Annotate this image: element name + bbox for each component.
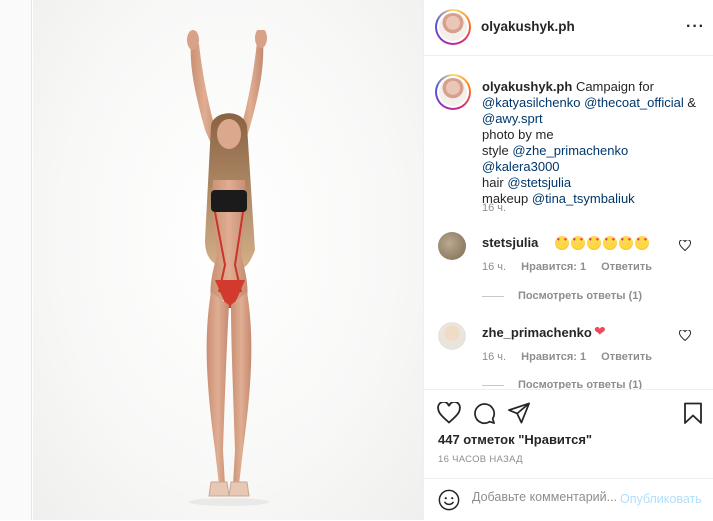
comment-bubble-icon[interactable]	[473, 402, 496, 425]
emoji-smile-icon[interactable]	[438, 489, 460, 511]
like-comment-heart-icon[interactable]	[679, 330, 691, 341]
post-side-panel: olyakushyk.ph ··· olyakushyk.ph Campaign…	[423, 0, 713, 520]
comment-time[interactable]: 16 ч.	[482, 351, 506, 363]
comment-input[interactable]	[472, 490, 622, 504]
caption-line-4: photo by me	[482, 127, 554, 142]
mention-link[interactable]: @awy.sprt	[482, 111, 543, 126]
author-username[interactable]: olyakushyk.ph	[481, 19, 575, 34]
like-comment-heart-icon[interactable]	[679, 240, 691, 251]
caption-ampersand: &	[687, 95, 697, 110]
commenter-avatar[interactable]	[438, 232, 466, 260]
post-header: olyakushyk.ph ···	[424, 0, 713, 56]
replies-divider	[482, 295, 504, 297]
mention-link[interactable]: @zhe_primachenko	[512, 143, 628, 158]
publish-button[interactable]: Опубликовать	[620, 492, 702, 506]
mention-link[interactable]: @thecoat_official	[584, 95, 684, 110]
add-comment-bar: Опубликовать	[424, 478, 713, 521]
post-time-ago[interactable]: 16 ЧАСОВ НАЗАД	[438, 454, 523, 465]
heart-eyes-emoji-icon	[603, 235, 617, 250]
reply-button[interactable]: Ответить	[601, 261, 652, 273]
view-replies[interactable]: Посмотреть ответы (1)	[482, 290, 642, 302]
comments-list[interactable]: olyakushyk.ph Campaign for @katyasilchen…	[424, 57, 713, 389]
commenter-username[interactable]: stetsjulia	[482, 235, 538, 250]
post-actions: 447 отметок "Нравится" 16 ЧАСОВ НАЗАД Оп…	[424, 389, 713, 520]
save-bookmark-icon[interactable]	[683, 402, 703, 425]
reply-button[interactable]: Ответить	[601, 351, 652, 363]
comment-likes[interactable]: Нравится: 1	[521, 351, 586, 363]
comment-likes[interactable]: Нравится: 1	[521, 261, 586, 273]
post-media[interactable]	[33, 0, 423, 520]
caption-hair-label: hair	[482, 175, 504, 190]
comment-time[interactable]: 16 ч.	[482, 261, 506, 273]
caption-text: olyakushyk.ph Campaign for @katyasilchen…	[482, 79, 707, 207]
commenter-username[interactable]: zhe_primachenko	[482, 325, 592, 340]
like-heart-icon[interactable]	[437, 402, 461, 424]
mention-link[interactable]: @katyasilchenko	[482, 95, 580, 110]
more-horizontal-icon[interactable]: ···	[686, 18, 705, 36]
backdrop-edge	[0, 0, 32, 520]
mention-link[interactable]: @stetsjulia	[507, 175, 571, 190]
view-replies[interactable]: Посмотреть ответы (1)	[482, 379, 642, 389]
caption-username[interactable]: olyakushyk.ph	[482, 79, 572, 94]
mention-link[interactable]: @kalera3000	[482, 159, 560, 174]
heart-eyes-emoji-icon	[587, 235, 601, 250]
instagram-post-modal: olyakushyk.ph ··· olyakushyk.ph Campaign…	[0, 0, 713, 520]
heart-eyes-emoji-icon	[635, 235, 649, 250]
caption-avatar[interactable]	[435, 74, 471, 110]
photo-model-figure	[187, 30, 269, 506]
comment-meta: 16 ч. Нравится: 1 Ответить	[482, 261, 664, 273]
author-avatar[interactable]	[435, 9, 471, 45]
view-replies-label[interactable]: Посмотреть ответы (1)	[518, 290, 642, 302]
heart-eyes-emoji-icon	[555, 235, 569, 250]
comment-text: ❤	[594, 323, 606, 339]
comment-meta: 16 ч. Нравится: 1 Ответить	[482, 351, 664, 363]
likes-count[interactable]: 447 отметок "Нравится"	[438, 432, 592, 447]
share-paper-plane-icon[interactable]	[508, 402, 531, 424]
caption-style-label: style	[482, 143, 509, 158]
caption-time[interactable]: 16 ч.	[482, 202, 506, 214]
commenter-avatar[interactable]	[438, 322, 466, 350]
replies-divider	[482, 384, 504, 386]
view-replies-label[interactable]: Посмотреть ответы (1)	[518, 379, 642, 389]
caption-line-1: Campaign for	[575, 79, 654, 94]
mention-link[interactable]: @tina_tsymbaliuk	[532, 191, 635, 206]
heart-eyes-emoji-icon	[571, 235, 585, 250]
comment-emojis	[555, 234, 649, 250]
heart-eyes-emoji-icon	[619, 235, 633, 250]
